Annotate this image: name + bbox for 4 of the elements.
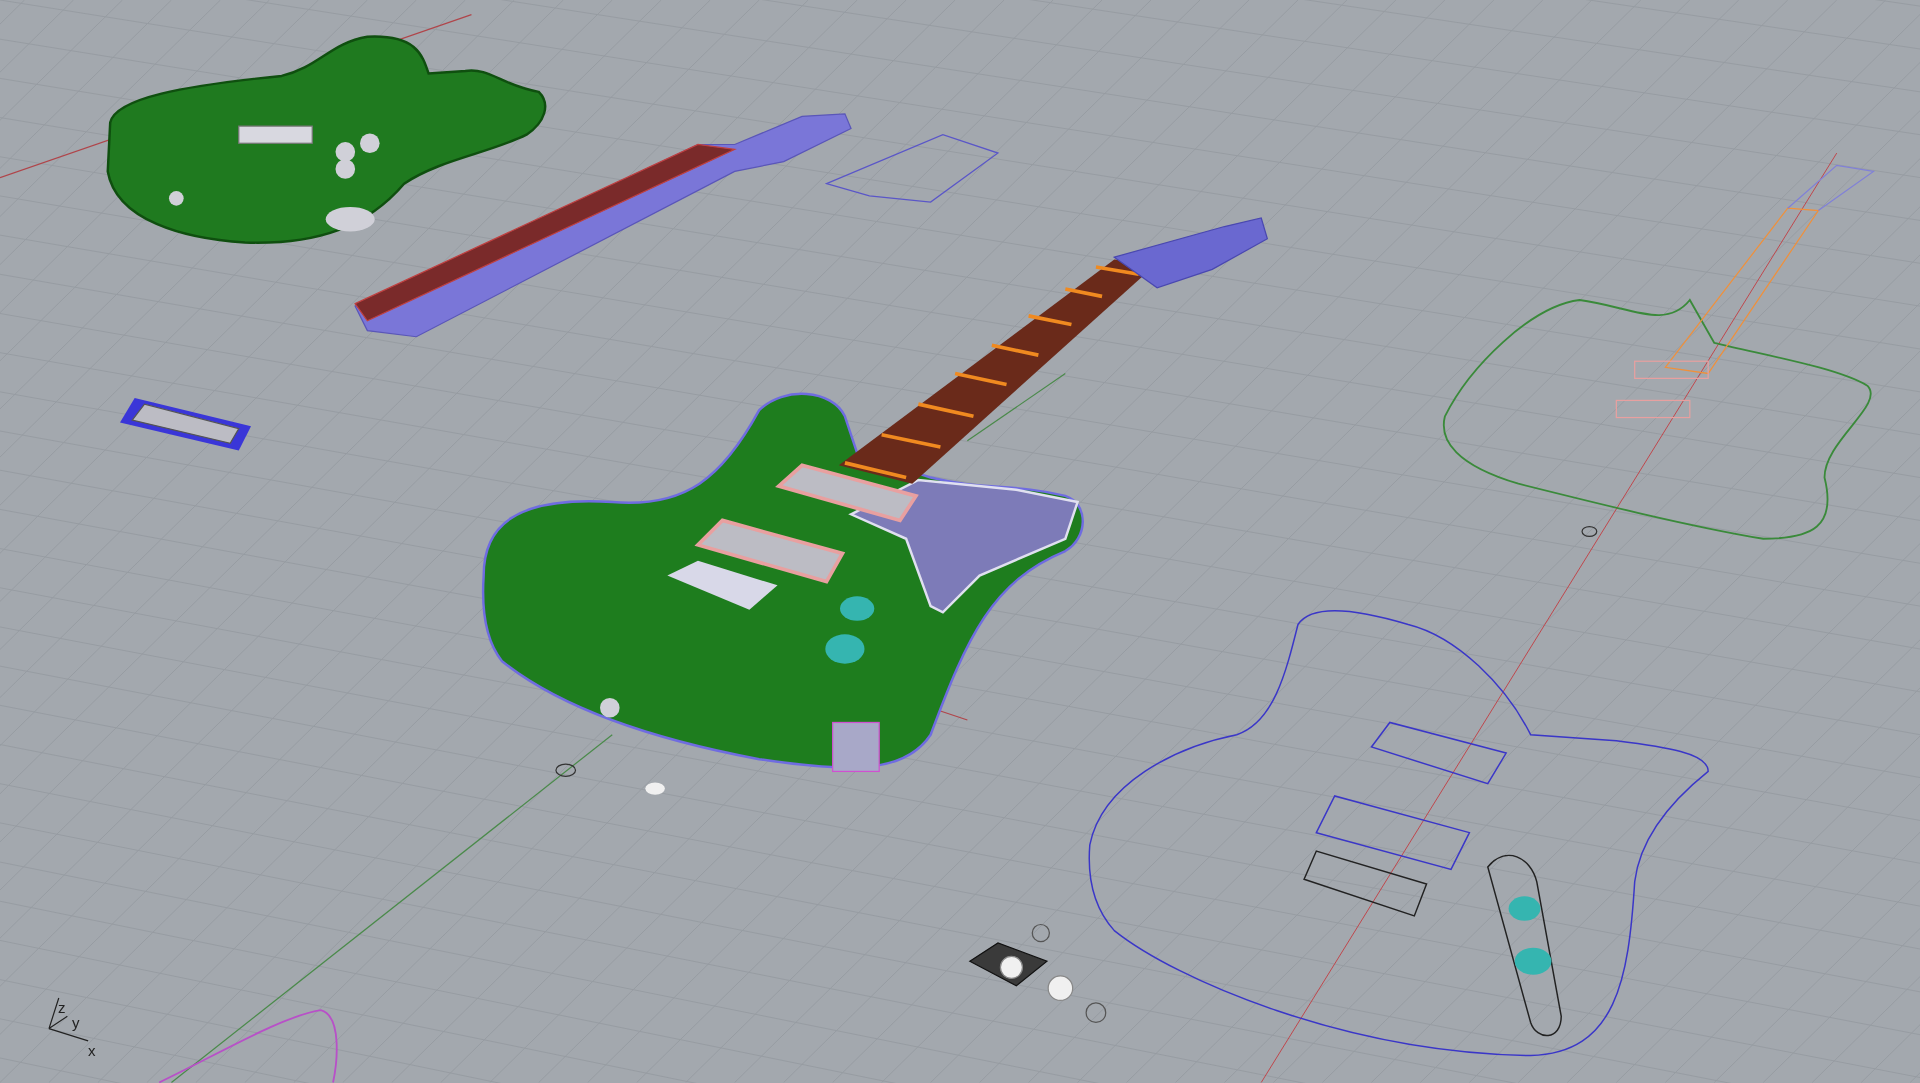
axis-label: y: [72, 1015, 80, 1030]
axis-label: z: [58, 1000, 66, 1015]
axis-label: x: [88, 1043, 96, 1058]
axis-gizmo-icon: [48, 997, 89, 1042]
